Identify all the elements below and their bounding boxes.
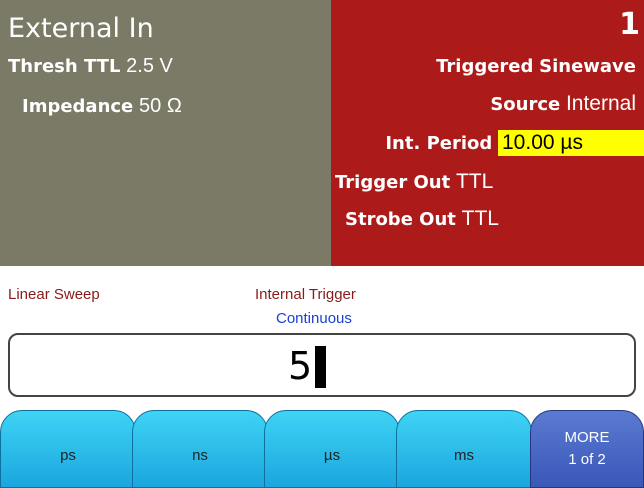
text-cursor <box>315 346 327 388</box>
thresh-row: Thresh TTL 2.5 V <box>8 54 173 79</box>
impedance-label: Impedance <box>22 96 134 117</box>
period-label: Int. Period <box>385 133 493 154</box>
softkey-ms-label: ms <box>454 447 474 464</box>
period-value-field[interactable]: 10.00 µs <box>498 130 644 156</box>
waveform-label: Sinewave <box>539 56 636 77</box>
strobe-out-row[interactable]: Strobe Out TTL <box>345 206 636 233</box>
softkey-bar: ps ns µs ms MORE 1 of 2 <box>0 410 644 488</box>
channel-panel: 1 Triggered Sinewave Source Internal Int… <box>331 0 644 266</box>
channel-number: 1 <box>619 7 640 42</box>
strobe-out-value[interactable]: TTL <box>462 207 499 230</box>
impedance-row: Impedance 50 Ω <box>22 94 182 119</box>
softkey-us-label: µs <box>323 447 341 464</box>
softkey-ps-label: ps <box>60 447 76 464</box>
trigger-out-label: Trigger Out <box>335 172 451 193</box>
softkey-ms[interactable]: ms <box>396 410 532 488</box>
mode-row[interactable]: Triggered Sinewave <box>331 54 636 80</box>
more-softkey[interactable]: MORE 1 of 2 <box>530 410 644 488</box>
entry-value: 5 <box>288 343 327 389</box>
trigger-status: Internal Trigger <box>255 286 356 303</box>
numeric-entry-field[interactable]: 5 <box>8 333 636 397</box>
impedance-value[interactable]: 50 Ω <box>139 95 182 117</box>
external-in-title: External In <box>8 13 154 44</box>
thresh-label: Thresh TTL <box>8 56 121 77</box>
thresh-value[interactable]: 2.5 V <box>126 55 173 77</box>
softkey-ns-label: ns <box>192 447 208 464</box>
softkey-ps[interactable]: ps <box>0 410 136 488</box>
source-row[interactable]: Source Internal <box>331 91 636 118</box>
softkey-us[interactable]: µs <box>264 410 400 488</box>
period-row[interactable]: Int. Period 10.00 µs <box>331 130 644 157</box>
softkey-ns[interactable]: ns <box>132 410 268 488</box>
more-label: MORE <box>564 429 610 446</box>
trigger-mode-status: Continuous <box>276 310 352 327</box>
source-label: Source <box>490 94 561 115</box>
page-indicator: 1 of 2 <box>568 451 606 468</box>
source-value[interactable]: Internal <box>566 92 636 115</box>
trigger-out-value[interactable]: TTL <box>456 170 493 193</box>
external-input-panel: External In Thresh TTL 2.5 V Impedance 5… <box>0 0 331 266</box>
sweep-status: Linear Sweep <box>8 286 100 303</box>
entry-digits: 5 <box>288 344 313 388</box>
strobe-out-label: Strobe Out <box>345 209 456 230</box>
mode-label: Triggered <box>436 56 534 77</box>
trigger-out-row[interactable]: Trigger Out TTL <box>335 169 636 196</box>
